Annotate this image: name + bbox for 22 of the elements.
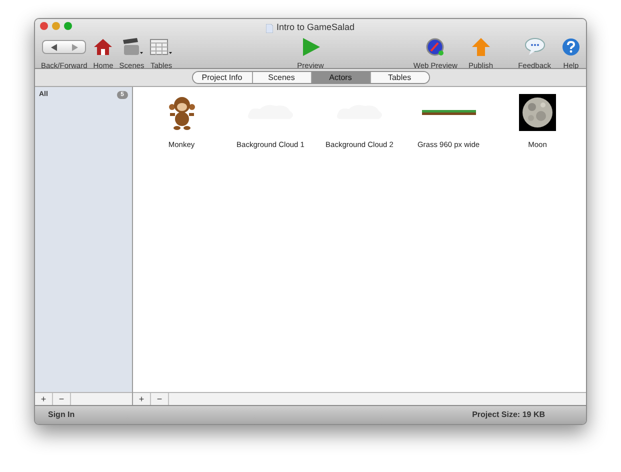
house-icon[interactable] — [93, 38, 114, 56]
grass-strip-drawing — [422, 110, 476, 115]
back-forward-control[interactable] — [42, 40, 86, 54]
project-size-text: Project Size: 19 KB — [472, 409, 545, 421]
speech-bubble-icon[interactable] — [524, 38, 545, 56]
document-icon — [266, 24, 274, 32]
tab[interactable]: Project Info — [192, 72, 252, 83]
help-icon[interactable] — [562, 38, 580, 56]
forward-arrow-icon[interactable] — [72, 44, 78, 50]
back-arrow-icon[interactable] — [50, 44, 57, 50]
table-grid-icon[interactable] — [150, 38, 172, 56]
tab[interactable]: Actors — [310, 72, 370, 83]
monkey-drawing — [168, 96, 196, 130]
close-button[interactable] — [40, 22, 48, 30]
tab[interactable]: Scenes — [252, 72, 310, 83]
play-icon[interactable] — [302, 38, 320, 56]
zoom-button[interactable] — [64, 22, 72, 30]
compass-icon[interactable] — [426, 38, 444, 56]
window-title: Intro to GameSalad — [276, 21, 355, 34]
sign-in-link[interactable]: Sign In — [48, 409, 75, 421]
tab[interactable]: Tables — [370, 72, 428, 83]
clapperboard-icon[interactable] — [120, 38, 143, 56]
